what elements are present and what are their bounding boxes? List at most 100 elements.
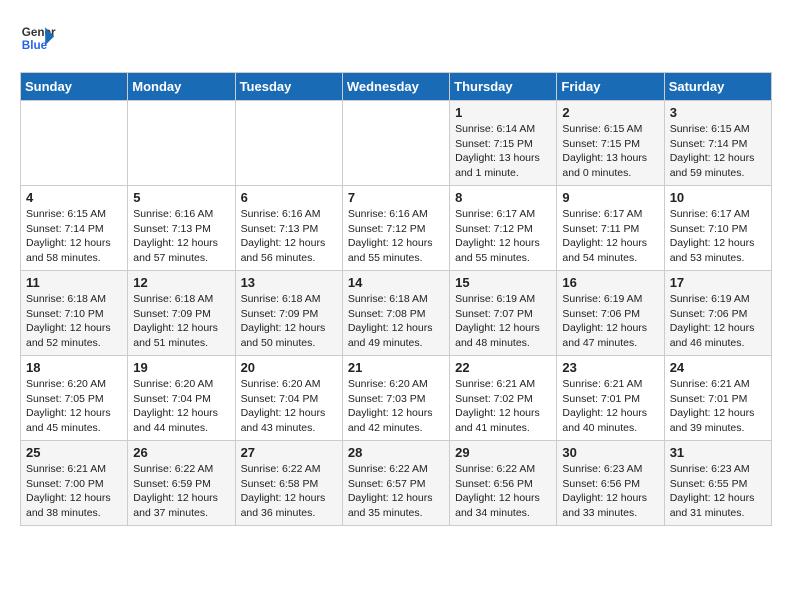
calendar-cell: 28Sunrise: 6:22 AM Sunset: 6:57 PM Dayli… bbox=[342, 441, 449, 526]
day-info: Sunrise: 6:15 AM Sunset: 7:14 PM Dayligh… bbox=[26, 207, 122, 266]
day-number: 26 bbox=[133, 445, 229, 460]
calendar-cell: 27Sunrise: 6:22 AM Sunset: 6:58 PM Dayli… bbox=[235, 441, 342, 526]
day-info: Sunrise: 6:17 AM Sunset: 7:10 PM Dayligh… bbox=[670, 207, 766, 266]
day-number: 31 bbox=[670, 445, 766, 460]
day-info: Sunrise: 6:18 AM Sunset: 7:08 PM Dayligh… bbox=[348, 292, 444, 351]
day-number: 11 bbox=[26, 275, 122, 290]
day-info: Sunrise: 6:23 AM Sunset: 6:55 PM Dayligh… bbox=[670, 462, 766, 521]
calendar-cell: 24 Sunrise: 6:21 AM Sunset: 7:01 PM Dayli… bbox=[664, 356, 771, 441]
day-info: Sunrise: 6:17 AM Sunset: 7:12 PM Dayligh… bbox=[455, 207, 551, 266]
calendar-cell: 30 Sunrise: 6:23 AM Sunset: 6:56 PM Dayli… bbox=[557, 441, 664, 526]
calendar-cell bbox=[342, 101, 449, 186]
day-info: Sunrise: 6:16 AM Sunset: 7:12 PM Dayligh… bbox=[348, 207, 444, 266]
day-info: Sunrise: 6:19 AM Sunset: 7:07 PM Dayligh… bbox=[455, 292, 551, 351]
day-of-week-header: Sunday bbox=[21, 73, 128, 101]
logo: General Blue bbox=[20, 20, 56, 56]
day-info: Sunrise: 6:18 AM Sunset: 7:10 PM Dayligh… bbox=[26, 292, 122, 351]
day-info: Sunrise: 6:20 AM Sunset: 7:04 PM Dayligh… bbox=[133, 377, 229, 436]
day-number: 3 bbox=[670, 105, 766, 120]
logo-icon: General Blue bbox=[20, 20, 56, 56]
day-number: 21 bbox=[348, 360, 444, 375]
calendar-week-row: 25 Sunrise: 6:21 AM Sunset: 7:00 PM Dayli… bbox=[21, 441, 772, 526]
day-of-week-header: Wednesday bbox=[342, 73, 449, 101]
day-info: Sunrise: 6:18 AM Sunset: 7:09 PM Dayligh… bbox=[133, 292, 229, 351]
day-info: Sunrise: 6:14 AM Sunset: 7:15 PM Dayligh… bbox=[455, 122, 551, 181]
page-header: General Blue bbox=[20, 20, 772, 56]
calendar-cell: 18 Sunrise: 6:20 AM Sunset: 7:05 PM Dayli… bbox=[21, 356, 128, 441]
calendar-cell: 4 Sunrise: 6:15 AM Sunset: 7:14 PM Daylig… bbox=[21, 186, 128, 271]
calendar-week-row: 1 Sunrise: 6:14 AM Sunset: 7:15 PM Daylig… bbox=[21, 101, 772, 186]
calendar-table: SundayMondayTuesdayWednesdayThursdayFrid… bbox=[20, 72, 772, 526]
day-info: Sunrise: 6:16 AM Sunset: 7:13 PM Dayligh… bbox=[133, 207, 229, 266]
calendar-cell: 19 Sunrise: 6:20 AM Sunset: 7:04 PM Dayli… bbox=[128, 356, 235, 441]
day-info: Sunrise: 6:15 AM Sunset: 7:15 PM Dayligh… bbox=[562, 122, 658, 181]
day-number: 2 bbox=[562, 105, 658, 120]
day-of-week-header: Monday bbox=[128, 73, 235, 101]
calendar-week-row: 4 Sunrise: 6:15 AM Sunset: 7:14 PM Daylig… bbox=[21, 186, 772, 271]
day-number: 10 bbox=[670, 190, 766, 205]
day-info: Sunrise: 6:23 AM Sunset: 6:56 PM Dayligh… bbox=[562, 462, 658, 521]
day-of-week-header: Thursday bbox=[450, 73, 557, 101]
calendar-cell: 2 Sunrise: 6:15 AM Sunset: 7:15 PM Daylig… bbox=[557, 101, 664, 186]
calendar-cell: 6 Sunrise: 6:16 AM Sunset: 7:13 PM Daylig… bbox=[235, 186, 342, 271]
day-number: 9 bbox=[562, 190, 658, 205]
calendar-header-row: SundayMondayTuesdayWednesdayThursdayFrid… bbox=[21, 73, 772, 101]
calendar-cell: 26 Sunrise: 6:22 AM Sunset: 6:59 PM Dayli… bbox=[128, 441, 235, 526]
calendar-cell: 1 Sunrise: 6:14 AM Sunset: 7:15 PM Daylig… bbox=[450, 101, 557, 186]
day-number: 4 bbox=[26, 190, 122, 205]
calendar-cell bbox=[235, 101, 342, 186]
day-info: Sunrise: 6:18 AM Sunset: 7:09 PM Dayligh… bbox=[241, 292, 337, 351]
calendar-cell: 12 Sunrise: 6:18 AM Sunset: 7:09 PM Dayli… bbox=[128, 271, 235, 356]
day-number: 24 bbox=[670, 360, 766, 375]
day-number: 6 bbox=[241, 190, 337, 205]
day-number: 22 bbox=[455, 360, 551, 375]
calendar-cell: 15 Sunrise: 6:19 AM Sunset: 7:07 PM Dayli… bbox=[450, 271, 557, 356]
calendar-cell: 8 Sunrise: 6:17 AM Sunset: 7:12 PM Daylig… bbox=[450, 186, 557, 271]
day-number: 30 bbox=[562, 445, 658, 460]
day-info: Sunrise: 6:20 AM Sunset: 7:04 PM Dayligh… bbox=[241, 377, 337, 436]
day-info: Sunrise: 6:15 AM Sunset: 7:14 PM Dayligh… bbox=[670, 122, 766, 181]
day-number: 1 bbox=[455, 105, 551, 120]
day-info: Sunrise: 6:22 AM Sunset: 6:57 PM Dayligh… bbox=[348, 462, 444, 521]
calendar-cell: 17Sunrise: 6:19 AM Sunset: 7:06 PM Dayli… bbox=[664, 271, 771, 356]
day-info: Sunrise: 6:21 AM Sunset: 7:01 PM Dayligh… bbox=[670, 377, 766, 436]
calendar-cell: 11 Sunrise: 6:18 AM Sunset: 7:10 PM Dayli… bbox=[21, 271, 128, 356]
calendar-cell: 25 Sunrise: 6:21 AM Sunset: 7:00 PM Dayli… bbox=[21, 441, 128, 526]
calendar-cell: 31 Sunrise: 6:23 AM Sunset: 6:55 PM Dayli… bbox=[664, 441, 771, 526]
calendar-cell: 7 Sunrise: 6:16 AM Sunset: 7:12 PM Daylig… bbox=[342, 186, 449, 271]
day-info: Sunrise: 6:19 AM Sunset: 7:06 PM Dayligh… bbox=[670, 292, 766, 351]
day-info: Sunrise: 6:21 AM Sunset: 7:02 PM Dayligh… bbox=[455, 377, 551, 436]
day-info: Sunrise: 6:20 AM Sunset: 7:05 PM Dayligh… bbox=[26, 377, 122, 436]
calendar-cell: 5Sunrise: 6:16 AM Sunset: 7:13 PM Daylig… bbox=[128, 186, 235, 271]
calendar-cell: 16Sunrise: 6:19 AM Sunset: 7:06 PM Dayli… bbox=[557, 271, 664, 356]
day-of-week-header: Saturday bbox=[664, 73, 771, 101]
calendar-cell: 9Sunrise: 6:17 AM Sunset: 7:11 PM Daylig… bbox=[557, 186, 664, 271]
calendar-cell bbox=[128, 101, 235, 186]
day-number: 14 bbox=[348, 275, 444, 290]
day-number: 8 bbox=[455, 190, 551, 205]
calendar-cell: 3 Sunrise: 6:15 AM Sunset: 7:14 PM Daylig… bbox=[664, 101, 771, 186]
calendar-week-row: 18 Sunrise: 6:20 AM Sunset: 7:05 PM Dayli… bbox=[21, 356, 772, 441]
day-number: 29 bbox=[455, 445, 551, 460]
day-number: 15 bbox=[455, 275, 551, 290]
calendar-cell: 23Sunrise: 6:21 AM Sunset: 7:01 PM Dayli… bbox=[557, 356, 664, 441]
day-info: Sunrise: 6:21 AM Sunset: 7:00 PM Dayligh… bbox=[26, 462, 122, 521]
calendar-cell: 10 Sunrise: 6:17 AM Sunset: 7:10 PM Dayli… bbox=[664, 186, 771, 271]
day-number: 12 bbox=[133, 275, 229, 290]
day-info: Sunrise: 6:16 AM Sunset: 7:13 PM Dayligh… bbox=[241, 207, 337, 266]
calendar-cell bbox=[21, 101, 128, 186]
day-number: 19 bbox=[133, 360, 229, 375]
day-of-week-header: Tuesday bbox=[235, 73, 342, 101]
day-number: 16 bbox=[562, 275, 658, 290]
day-number: 18 bbox=[26, 360, 122, 375]
day-info: Sunrise: 6:20 AM Sunset: 7:03 PM Dayligh… bbox=[348, 377, 444, 436]
svg-text:Blue: Blue bbox=[22, 39, 48, 52]
day-number: 25 bbox=[26, 445, 122, 460]
calendar-cell: 20Sunrise: 6:20 AM Sunset: 7:04 PM Dayli… bbox=[235, 356, 342, 441]
calendar-cell: 21 Sunrise: 6:20 AM Sunset: 7:03 PM Dayli… bbox=[342, 356, 449, 441]
day-number: 23 bbox=[562, 360, 658, 375]
calendar-cell: 29Sunrise: 6:22 AM Sunset: 6:56 PM Dayli… bbox=[450, 441, 557, 526]
day-info: Sunrise: 6:22 AM Sunset: 6:59 PM Dayligh… bbox=[133, 462, 229, 521]
calendar-cell: 13Sunrise: 6:18 AM Sunset: 7:09 PM Dayli… bbox=[235, 271, 342, 356]
day-number: 7 bbox=[348, 190, 444, 205]
